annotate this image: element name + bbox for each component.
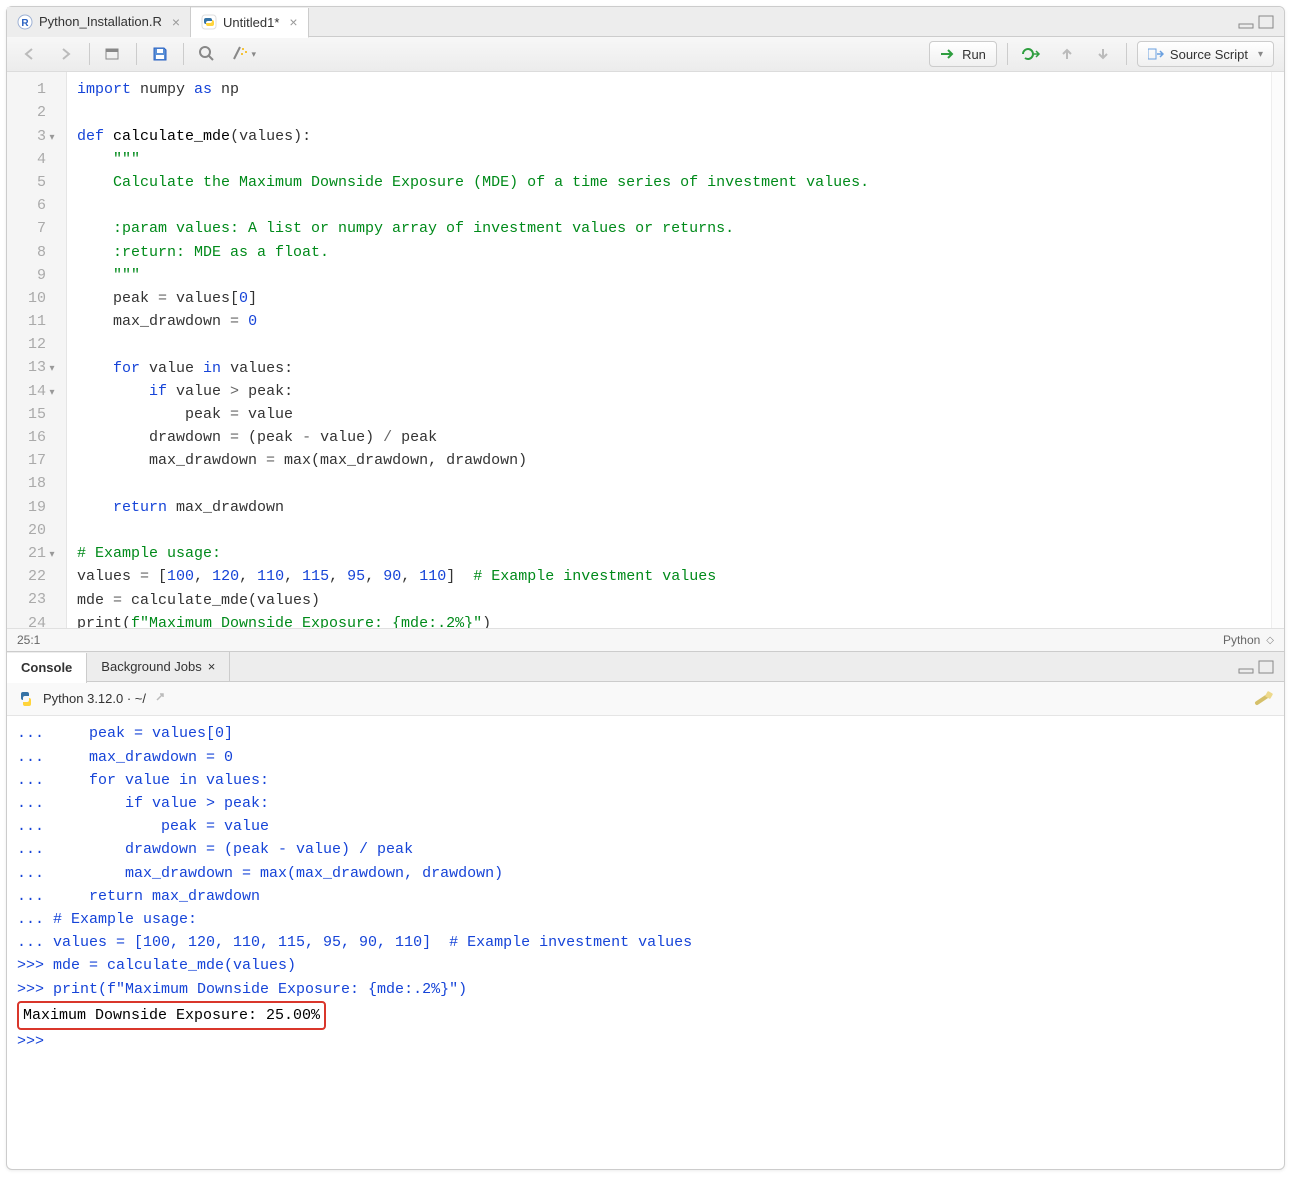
console-panel: Console Background Jobs× Python 3.12.0 ·…: [7, 651, 1284, 1169]
python-file-icon: [201, 14, 217, 30]
minimize-pane-icon[interactable]: [1238, 660, 1254, 674]
console-header: Python 3.12.0 · ~/: [7, 682, 1284, 716]
close-icon[interactable]: ×: [172, 14, 180, 30]
editor-tabs: R Python_Installation.R × Untitled1* ×: [7, 7, 1284, 37]
tab-console[interactable]: Console: [7, 653, 87, 683]
window-controls: [1238, 15, 1284, 29]
editor-status-bar: 25:1 Python ◇: [7, 628, 1284, 651]
tab-python-installation[interactable]: R Python_Installation.R ×: [7, 7, 191, 37]
tab-label: Untitled1*: [223, 15, 279, 30]
maximize-pane-icon[interactable]: [1258, 660, 1274, 674]
console-tabs: Console Background Jobs×: [7, 652, 1284, 682]
run-label: Run: [962, 47, 986, 62]
source-icon: [1148, 48, 1164, 60]
python-icon: [17, 690, 35, 708]
tab-background-jobs[interactable]: Background Jobs×: [87, 652, 230, 682]
close-icon[interactable]: ×: [289, 14, 297, 30]
r-file-icon: R: [17, 14, 33, 30]
run-button[interactable]: Run: [929, 41, 997, 67]
svg-text:R: R: [21, 18, 29, 29]
forward-button[interactable]: [53, 42, 79, 66]
clear-console-button[interactable]: [1254, 691, 1274, 707]
popout-icon[interactable]: [154, 692, 168, 706]
console-output[interactable]: ... peak = values[0]... max_drawdown = 0…: [7, 716, 1284, 1169]
source-script-button[interactable]: Source Script ▾: [1137, 41, 1274, 67]
editor-toolbar: ▾ Run Source Script ▾: [7, 37, 1284, 72]
go-down-button[interactable]: [1090, 42, 1116, 66]
source-label: Source Script: [1170, 47, 1248, 62]
go-up-button[interactable]: [1054, 42, 1080, 66]
close-icon[interactable]: ×: [208, 659, 216, 674]
minimize-pane-icon[interactable]: [1238, 15, 1254, 29]
cursor-position: 25:1: [17, 633, 40, 647]
maximize-pane-icon[interactable]: [1258, 15, 1274, 29]
code-editor[interactable]: 123▾45678910111213▾14▾15161718192021▾222…: [7, 72, 1284, 628]
find-button[interactable]: [194, 42, 220, 66]
console-title: Python 3.12.0 · ~/: [43, 691, 146, 706]
rerun-button[interactable]: [1018, 42, 1044, 66]
show-in-new-window-button[interactable]: [100, 42, 126, 66]
line-gutter: 123▾45678910111213▾14▾15161718192021▾222…: [7, 72, 67, 628]
chevron-down-icon: ▾: [1258, 49, 1263, 60]
save-button[interactable]: [147, 42, 173, 66]
tab-label: Python_Installation.R: [39, 14, 162, 29]
code-area[interactable]: import numpy as np def calculate_mde(val…: [67, 72, 1272, 628]
language-indicator[interactable]: Python: [1223, 633, 1260, 647]
back-button[interactable]: [17, 42, 43, 66]
tab-untitled1[interactable]: Untitled1* ×: [191, 8, 309, 38]
run-icon: [940, 48, 956, 60]
code-tools-button[interactable]: ▾: [230, 42, 256, 66]
editor-scrollbar[interactable]: [1272, 72, 1284, 628]
language-menu-icon[interactable]: ◇: [1266, 635, 1274, 646]
console-window-controls: [1238, 660, 1284, 674]
